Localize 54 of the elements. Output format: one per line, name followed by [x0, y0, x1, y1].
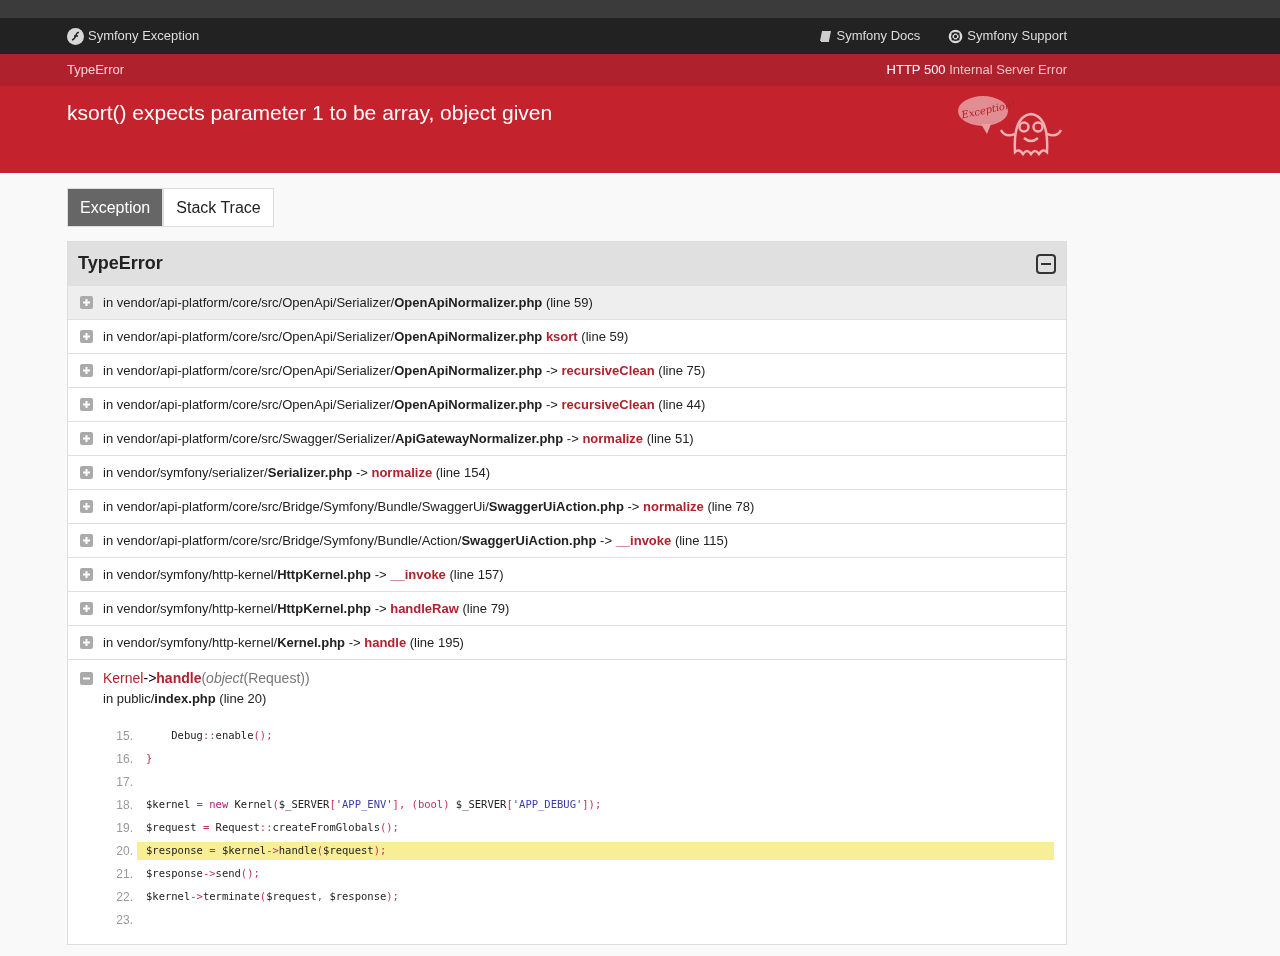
book-icon: [819, 29, 833, 43]
expand-icon[interactable]: [80, 398, 93, 411]
symfony-logo-icon: [67, 27, 84, 45]
exception-class: TypeError: [67, 61, 125, 80]
trace-location: in vendor/api-platform/core/src/Bridge/Symfony/Bundle/SwaggerUi/SwaggerUiAction.php -> normalize (line 78): [103, 497, 755, 516]
tab[interactable]: Stack Trace: [163, 188, 274, 227]
line-number: 19.: [115, 820, 134, 837]
lifebuoy-icon: [948, 28, 964, 44]
http-status: HTTP 500 Internal Server Error: [886, 61, 1067, 80]
code-line: $response->send();: [145, 866, 261, 882]
line-number: 20.: [115, 843, 134, 860]
line-number: 16.: [115, 751, 134, 768]
trace-location: in vendor/api-platform/core/src/Swagger/Serializer/ApiGatewayNormalizer.php -> normalize (line 51): [103, 429, 694, 448]
code-line: }: [145, 751, 154, 767]
expand-icon[interactable]: [80, 568, 93, 581]
expand-icon[interactable]: [80, 364, 93, 377]
code-line: Debug::enable();: [170, 728, 274, 744]
trace-location: in vendor/symfony/http-kernel/Kernel.php -> handle (line 195): [103, 633, 464, 652]
trace-location: in vendor/api-platform/core/src/OpenApi/Serializer/OpenApiNormalizer.php ksort (line 59): [103, 327, 629, 346]
line-number: 23.: [115, 912, 134, 929]
line-number: 17.: [115, 774, 134, 791]
collapse-all-icon[interactable]: [1036, 253, 1056, 274]
expand-icon[interactable]: [80, 500, 93, 513]
expand-icon[interactable]: [80, 602, 93, 615]
trace-location: in vendor/symfony/http-kernel/HttpKernel.php -> handleRaw (line 79): [103, 599, 510, 618]
trace-location: in vendor/api-platform/core/src/OpenApi/Serializer/OpenApiNormalizer.php -> recursiveClean (line 44): [103, 395, 706, 414]
expand-icon[interactable]: [80, 296, 93, 309]
trace-title: TypeError: [78, 252, 163, 275]
line-number: 15.: [115, 728, 134, 745]
brand-title: Symfony Exception: [88, 27, 200, 46]
line-number: 21.: [115, 866, 134, 883]
expand-icon[interactable]: [80, 432, 93, 445]
stack-trace-row[interactable]: in vendor/api-platform/core/src/OpenApi/Serializer/OpenApiNormalizer.php (line 59): [68, 285, 1066, 319]
trace-location: in vendor/symfony/http-kernel/HttpKernel.php -> __invoke (line 157): [103, 565, 504, 584]
code-line: $kernel->terminate($request, $response);: [145, 889, 400, 905]
code-line: $request = Request::createFromGlobals();: [145, 820, 400, 836]
tab[interactable]: Exception: [67, 188, 164, 227]
nav-link[interactable]: Symfony Support: [948, 26, 1067, 46]
trace-location: in vendor/api-platform/core/src/OpenApi/Serializer/OpenApiNormalizer.php (line 59): [103, 293, 593, 312]
trace-location: in vendor/api-platform/core/src/OpenApi/Serializer/OpenApiNormalizer.php -> recursiveClean (line 75): [103, 361, 706, 380]
expand-icon[interactable]: [80, 330, 93, 343]
trace-location: in vendor/symfony/serializer/Serializer.php -> normalize (line 154): [103, 463, 490, 482]
expand-icon[interactable]: [80, 466, 93, 479]
line-number: 22.: [115, 889, 134, 906]
code-line: $kernel = new Kernel($_SERVER['APP_ENV'], (bool) $_SERVER['APP_DEBUG']);: [145, 797, 603, 813]
collapse-icon[interactable]: [80, 672, 93, 685]
expand-icon[interactable]: [80, 534, 93, 547]
line-number: 18.: [115, 797, 134, 814]
trace-function-call: Kernel->handle(object(Request)): [103, 669, 310, 688]
expand-icon[interactable]: [80, 636, 93, 649]
trace-location: in public/index.php (line 20): [103, 690, 268, 708]
nav-link[interactable]: Symfony Docs: [819, 26, 921, 46]
trace-location: in vendor/api-platform/core/src/Bridge/Symfony/Bundle/Action/SwaggerUiAction.php -> __invoke (line 115): [103, 531, 729, 550]
exception-message: ksort() expects parameter 1 to be array, object given: [67, 100, 553, 126]
